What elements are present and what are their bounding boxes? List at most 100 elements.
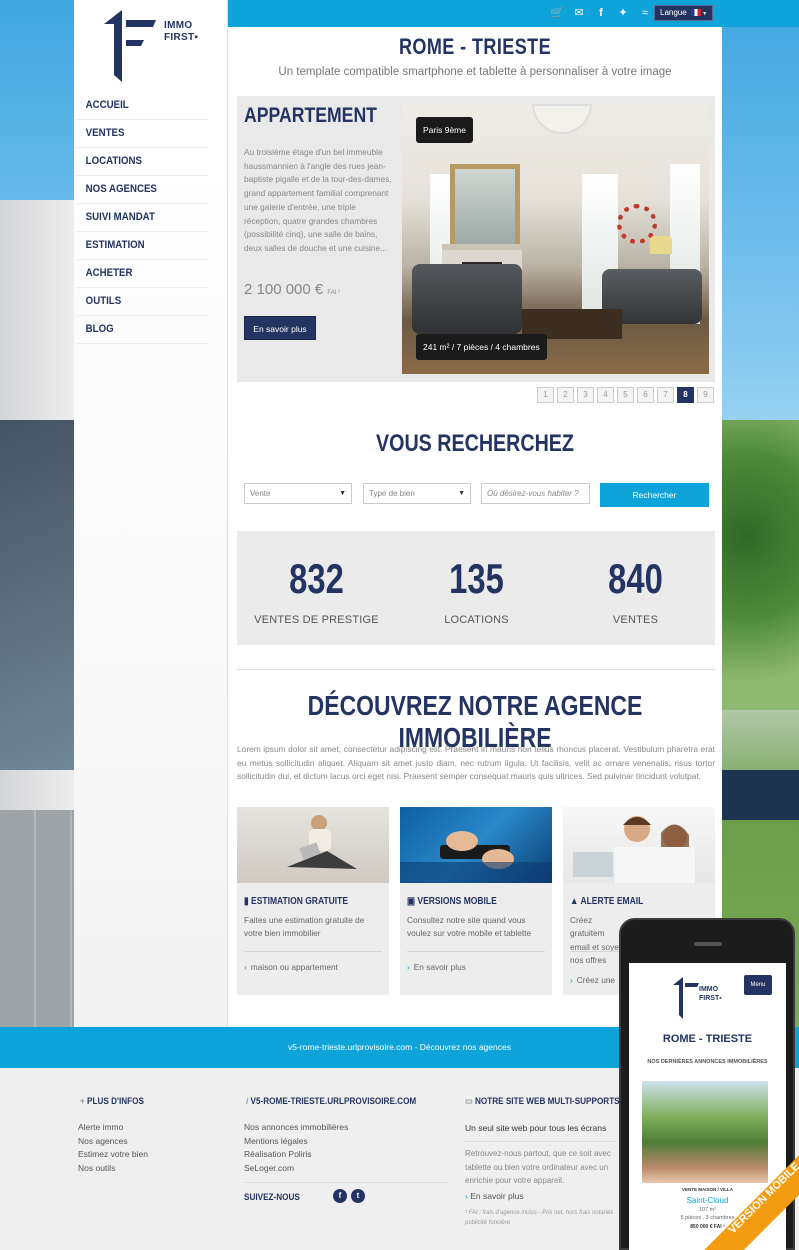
footer-col3-subtitle: Un seul site web pour tous les écrans <box>465 1123 607 1133</box>
footer-link[interactable]: Nos annonces immobilières <box>244 1121 348 1135</box>
mobile-listing-photo[interactable] <box>642 1081 768 1183</box>
house-window <box>0 420 74 770</box>
devices-icon: ▣ <box>407 896 416 907</box>
chevron-right-icon: › <box>570 975 573 985</box>
price-suffix: FAI ¹ <box>327 290 341 296</box>
lamp <box>650 236 672 254</box>
card-title-text: VERSIONS MOBILE <box>417 896 497 907</box>
stat-locations: 135 LOCATIONS <box>397 556 556 627</box>
mobile-menu-button[interactable]: Menu <box>744 975 772 995</box>
footer-link[interactable]: SeLoger.com <box>244 1162 348 1176</box>
nav-nos-agences[interactable]: NOS AGENCES <box>76 176 208 204</box>
details-tag: 241 m² / 7 pièces / 4 chambres <box>416 334 547 360</box>
property-type: APPARTEMENT <box>244 104 377 127</box>
hands-phone-illustration <box>400 831 552 883</box>
page-6[interactable]: 6 <box>637 387 654 403</box>
megaphone-icon: ▲ <box>570 896 579 907</box>
page-7[interactable]: 7 <box>657 387 674 403</box>
footer-link[interactable]: Alerte immo <box>78 1121 148 1135</box>
property-type-value: Type de bien <box>369 489 415 498</box>
monitor-icon: ▭ <box>465 1096 473 1107</box>
mobile-logo-line2: FIRST▪ <box>699 995 722 1002</box>
ceiling-rosette <box>532 104 592 134</box>
agency-text: Lorem ipsum dolor sit amet, consectetur … <box>237 744 715 782</box>
stat-ventes: 840 VENTES <box>556 555 715 627</box>
card-photo <box>237 807 389 883</box>
page-9[interactable]: 9 <box>697 387 714 403</box>
footer-link[interactable]: Estimez votre bien <box>78 1148 148 1162</box>
footer-link[interactable]: Nos agences <box>78 1135 148 1149</box>
sofa <box>412 264 522 334</box>
nav-suivi-mandat[interactable]: SUIVI MANDAT <box>76 204 208 232</box>
footer-col1-title-text: PLUS D'INFOS <box>87 1096 144 1107</box>
page-4[interactable]: 4 <box>597 387 614 403</box>
mirror <box>450 164 520 254</box>
card-link-text: En savoir plus <box>413 962 466 972</box>
card-photo <box>400 807 552 883</box>
page-5[interactable]: 5 <box>617 387 634 403</box>
facebook-icon[interactable]: f <box>594 6 608 20</box>
nav-ventes[interactable]: VENTES <box>76 120 208 148</box>
footer-link[interactable]: Nos outils <box>78 1162 148 1176</box>
card-link[interactable]: › En savoir plus <box>407 962 466 972</box>
nav-locations[interactable]: LOCATIONS <box>76 148 208 176</box>
chevron-right-icon: › <box>244 962 247 972</box>
cart-icon[interactable]: 🛒 <box>550 6 564 20</box>
footer-col3-text: Retrouvez-nous partout, que ce soit avec… <box>465 1149 611 1185</box>
card-title: ▲ ALERTE EMAIL <box>570 896 643 907</box>
nav-accueil[interactable]: ACCUEIL <box>76 92 208 120</box>
nav-acheter[interactable]: ACHETER <box>76 260 208 288</box>
follow-us-label: SUIVEZ-NOUS <box>244 1192 300 1203</box>
twitter-icon[interactable]: ✦ <box>616 6 630 20</box>
card-link[interactable]: › Créez une <box>570 975 615 985</box>
page-3[interactable]: 3 <box>577 387 594 403</box>
card-title: ▮ ESTIMATION GRATUITE <box>244 896 348 907</box>
page-8-active[interactable]: 8 <box>677 387 694 403</box>
card-link[interactable]: › maison ou appartement <box>244 962 338 972</box>
stat-number: 840 <box>608 555 663 602</box>
card-link-text: Créez une <box>576 975 616 985</box>
location-input[interactable]: Où désirez-vous habiter ? <box>481 483 590 504</box>
more-info-button[interactable]: En savoir plus <box>244 316 316 340</box>
twitter-icon[interactable]: t <box>351 1189 365 1203</box>
card-mobile[interactable]: ▣ VERSIONS MOBILE Consultez notre site q… <box>400 807 552 995</box>
language-select[interactable]: Langue ▾ <box>654 5 713 21</box>
location-tag: Paris 9ème <box>416 117 473 143</box>
card-title-text: ESTIMATION GRATUITE <box>251 896 349 907</box>
property-price: 2 100 000 € FAI ¹ <box>244 281 340 298</box>
rss-icon[interactable]: ≈ <box>638 6 652 20</box>
page-2[interactable]: 2 <box>557 387 574 403</box>
footer-link[interactable]: Réalisation Poliris <box>244 1148 348 1162</box>
footer-col3-link[interactable]: › En savoir plus <box>465 1190 524 1204</box>
card-text: Créez gratuitem email et soyez nos offre… <box>570 915 624 966</box>
property-type-select[interactable]: Type de bien ▼ <box>363 483 471 504</box>
mobile-subtitle: NOS DERNIÈRES ANNONCES IMMOBILIÈRES <box>647 1059 768 1065</box>
footer-col2-title: i V5-ROME-TRIESTE.URLPROVISOIRE.COM <box>246 1096 416 1107</box>
nav-blog[interactable]: BLOG <box>76 316 208 344</box>
page-1[interactable]: 1 <box>537 387 554 403</box>
mobile-logo-text: IMMO FIRST▪ <box>699 985 722 1003</box>
transaction-select[interactable]: Vente ▼ <box>244 483 352 504</box>
mail-icon[interactable]: ✉ <box>572 6 586 20</box>
logo-text: IMMO FIRST▪ <box>164 20 198 44</box>
logo-line1: IMMO <box>164 20 193 31</box>
card-text: Consultez notre site quand vous voulez s… <box>407 915 532 939</box>
facebook-icon[interactable]: f <box>333 1189 347 1203</box>
property-description: Au troisième étage d'un bel immeuble hau… <box>244 147 392 253</box>
phone-speaker <box>694 942 722 946</box>
couple-laptop-illustration <box>573 816 695 883</box>
nav-estimation[interactable]: ESTIMATION <box>76 232 208 260</box>
card-photo <box>563 807 715 883</box>
info-icon: i <box>246 1096 249 1107</box>
footer-link[interactable]: Mentions légales <box>244 1135 348 1149</box>
nav-outils[interactable]: OUTILS <box>76 288 208 316</box>
price-value: 2 100 000 € <box>244 281 324 298</box>
footer-col2-title-text: V5-ROME-TRIESTE.URLPROVISOIRE.COM <box>250 1096 417 1107</box>
stat-number: 832 <box>289 555 344 602</box>
caret-down-icon: ▼ <box>458 490 465 497</box>
search-button[interactable]: Rechercher <box>600 483 709 507</box>
stat-label: VENTES <box>612 614 659 626</box>
caret-down-icon: ▼ <box>339 490 346 497</box>
transaction-value: Vente <box>250 489 271 498</box>
card-estimation[interactable]: ▮ ESTIMATION GRATUITE Faites une estimat… <box>237 807 389 995</box>
